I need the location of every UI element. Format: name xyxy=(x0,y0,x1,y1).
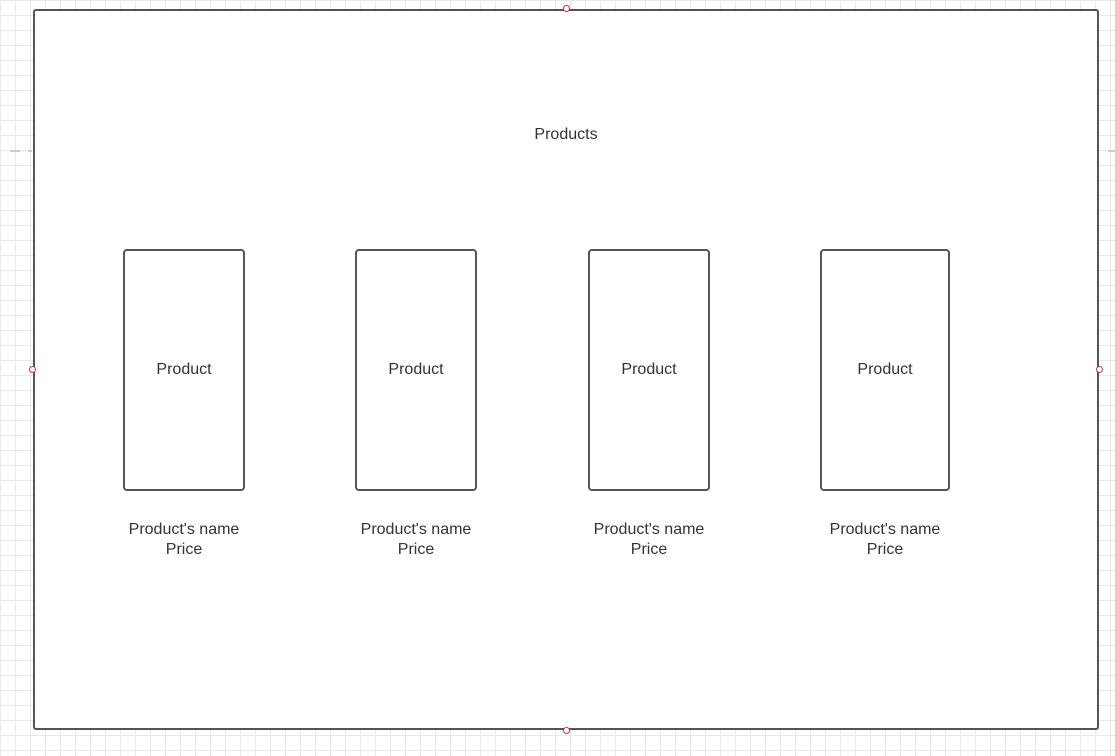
product-name: Product's name xyxy=(360,521,472,538)
product-card-label: Product xyxy=(388,361,444,378)
product-card-2[interactable]: Product xyxy=(355,249,477,491)
product-price: Price xyxy=(630,541,668,558)
canvas-edge-mark xyxy=(10,150,20,152)
canvas-edge-mark xyxy=(28,150,32,152)
product-price: Price xyxy=(165,541,203,558)
product-card-1[interactable]: Product xyxy=(123,249,245,491)
product-card-label: Product xyxy=(156,361,212,378)
product-card-label: Product xyxy=(857,361,913,378)
canvas-edge-mark xyxy=(1108,150,1115,152)
product-card-4[interactable]: Product xyxy=(820,249,950,491)
frame-title: Products xyxy=(534,126,598,143)
resize-handle-right[interactable] xyxy=(1096,366,1103,373)
product-name: Product's name xyxy=(593,521,705,538)
product-price: Price xyxy=(397,541,435,558)
product-card-3[interactable]: Product xyxy=(588,249,710,491)
product-caption-4: Product's name Price xyxy=(795,520,975,560)
resize-handle-left[interactable] xyxy=(29,366,36,373)
product-price: Price xyxy=(866,541,904,558)
product-caption-3: Product's name Price xyxy=(559,520,739,560)
product-name: Product's name xyxy=(829,521,941,538)
product-name: Product's name xyxy=(128,521,240,538)
resize-handle-top[interactable] xyxy=(563,5,570,12)
product-card-label: Product xyxy=(621,361,677,378)
product-caption-2: Product's name Price xyxy=(326,520,506,560)
resize-handle-bottom[interactable] xyxy=(563,727,570,734)
product-caption-1: Product's name Price xyxy=(94,520,274,560)
